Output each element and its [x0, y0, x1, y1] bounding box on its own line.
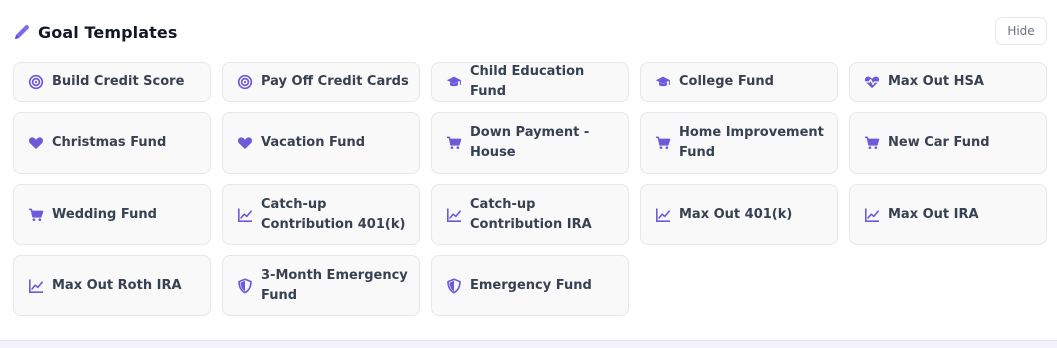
template-card[interactable]: Build Credit Score [13, 62, 211, 102]
cart-icon [28, 207, 44, 223]
heart-icon [237, 135, 253, 151]
template-card[interactable]: College Fund [640, 62, 838, 102]
template-card[interactable]: Catch-up Contribution 401(k) [222, 184, 420, 245]
cart-icon [446, 135, 462, 151]
template-label: New Car Fund [888, 135, 990, 150]
template-card[interactable]: Child Education Fund [431, 62, 629, 102]
template-card[interactable]: 3-Month Emergency Fund [222, 255, 420, 316]
template-label: Christmas Fund [52, 135, 167, 150]
template-label: Emergency Fund [470, 277, 592, 293]
target-icon [28, 74, 44, 90]
template-label: Max Out HSA [888, 74, 984, 89]
template-label: Home Improvement Fund [679, 125, 824, 160]
next-section-edge [0, 340, 1057, 348]
template-card[interactable]: New Car Fund [849, 112, 1047, 174]
templates-grid: Build Credit Score Pay Off Credit Cards Ch… [13, 62, 1047, 316]
template-card[interactable]: Down Payment - House [431, 112, 629, 174]
shield-icon [446, 278, 462, 294]
template-label: College Fund [679, 74, 774, 89]
cart-icon [864, 135, 880, 151]
template-card[interactable]: Emergency Fund [431, 255, 629, 316]
template-card[interactable]: Max Out IRA [849, 184, 1047, 245]
template-label: Max Out 401(k) [679, 206, 793, 222]
template-card[interactable]: Catch-up Contribution IRA [431, 184, 629, 245]
template-label: Max Out IRA [888, 206, 979, 222]
template-label: Vacation Fund [261, 135, 366, 150]
heart-icon [28, 135, 44, 151]
template-label: Build Credit Score [52, 74, 185, 89]
panel-header: Goal Templates Hide [12, 17, 1047, 47]
template-card[interactable]: Max Out HSA [849, 62, 1047, 102]
chart-icon [864, 207, 880, 223]
hide-button[interactable]: Hide [995, 17, 1047, 45]
template-card[interactable]: Christmas Fund [13, 112, 211, 174]
template-card[interactable]: Max Out 401(k) [640, 184, 838, 245]
template-card[interactable]: Home Improvement Fund [640, 112, 838, 174]
heart-pulse-icon [864, 74, 880, 90]
template-card[interactable]: Max Out Roth IRA [13, 255, 211, 316]
chart-icon [655, 207, 671, 223]
cart-icon [655, 135, 671, 151]
template-label: Pay Off Credit Cards [261, 74, 409, 89]
graduation-cap-icon [446, 74, 462, 90]
template-card[interactable]: Pay Off Credit Cards [222, 62, 420, 102]
template-label: Catch-up Contribution 401(k) [261, 196, 406, 232]
shield-icon [237, 278, 253, 294]
graduation-cap-icon [655, 74, 671, 90]
template-label: Child Education Fund [470, 64, 585, 99]
template-label: Max Out Roth IRA [52, 277, 182, 293]
template-label: Down Payment - House [470, 125, 590, 160]
template-card[interactable]: Wedding Fund [13, 184, 211, 245]
template-label: Wedding Fund [52, 206, 157, 222]
page-title: Goal Templates [38, 22, 178, 42]
goal-templates-panel: Goal Templates Hide Build Credit Score Pa… [0, 0, 1057, 342]
chart-icon [28, 278, 44, 294]
template-label: 3-Month Emergency Fund [261, 267, 408, 303]
template-card[interactable]: Vacation Fund [222, 112, 420, 174]
chart-icon [237, 207, 253, 223]
template-label: Catch-up Contribution IRA [470, 196, 592, 232]
target-icon [237, 74, 253, 90]
chart-icon [446, 207, 462, 223]
pencil-icon [12, 22, 32, 42]
